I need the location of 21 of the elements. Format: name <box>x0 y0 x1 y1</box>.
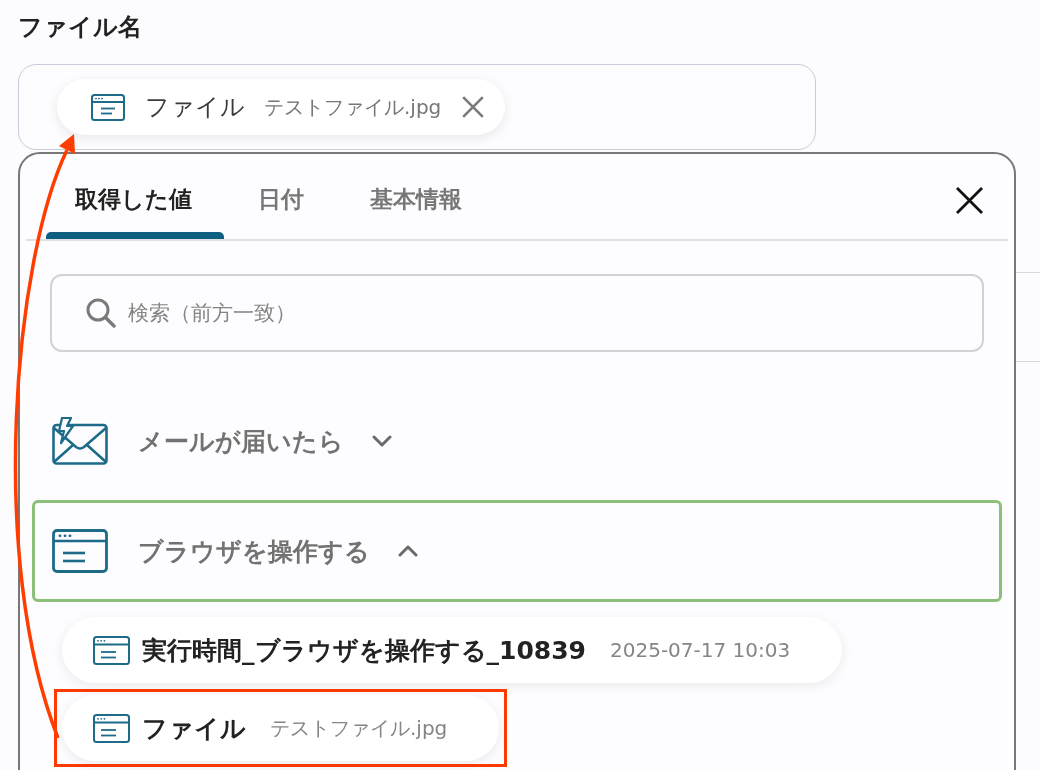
group-header[interactable]: メールが届いたら <box>32 390 1002 492</box>
envelope-lightning-icon <box>52 417 108 465</box>
close-icon <box>461 95 486 119</box>
close-button[interactable] <box>955 186 984 215</box>
remove-button[interactable] <box>461 95 486 119</box>
tab[interactable]: 基本情報 <box>341 154 494 239</box>
token-chip[interactable]: ファイル テストファイル.jpg <box>57 79 506 135</box>
token-field[interactable]: ファイル テストファイル.jpg <box>18 64 816 150</box>
tab[interactable]: 日付 <box>229 154 336 239</box>
field-label: ファイル名 <box>18 12 142 43</box>
close-icon <box>955 186 984 215</box>
browser-window-icon <box>93 713 130 743</box>
group-header[interactable]: ブラウザを操作する <box>32 500 1002 602</box>
tab[interactable]: 取得した値 <box>46 154 224 239</box>
search-icon <box>86 298 116 328</box>
variable-item[interactable]: 実行時間_ブラウザを操作する_10839 2025-07-17 10:03 <box>62 617 843 683</box>
browser-window-icon <box>93 635 130 665</box>
browser-window-icon <box>91 93 125 121</box>
variable-item[interactable]: ファイル テストファイル.jpg <box>62 695 500 761</box>
browser-window-icon <box>52 529 108 573</box>
search-field[interactable]: 検索（前方一致） <box>50 274 984 352</box>
